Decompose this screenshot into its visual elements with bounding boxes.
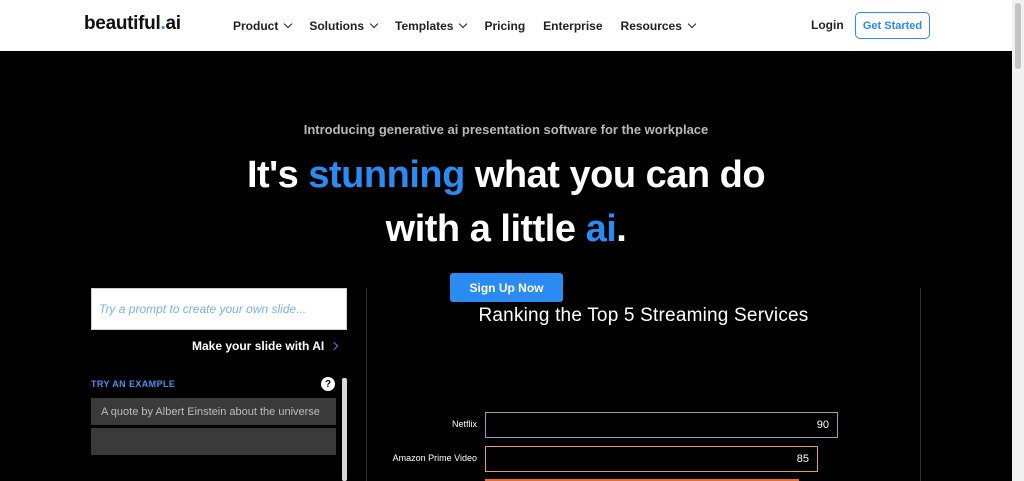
menu-item-enterprise[interactable]: Enterprise [543,19,602,33]
example-prompt[interactable]: A quote by Albert Einstein about the uni… [91,398,336,425]
chart-bar: 90 [485,412,838,438]
chevron-down-icon [459,19,468,28]
menu-item-product[interactable]: Product [233,18,293,33]
menu-item-solutions[interactable]: Solutions [309,18,379,33]
logo[interactable]: beautiful.ai [84,13,181,35]
chart-title: Ranking the Top 5 Streaming Services [478,305,809,326]
menu-item-label: Templates [395,18,454,33]
menu-item-templates[interactable]: Templates [395,18,468,33]
hero-headline-line1: It's stunning what you can do [0,154,1012,197]
menu-item-label: Enterprise [543,18,603,33]
menu-item-label: Pricing [484,18,526,33]
menu-item-label: Product [233,18,279,33]
chevron-down-icon [284,19,293,28]
menu-item-label: Resources [620,18,682,33]
headline-text: with a little [385,208,586,250]
help-icon[interactable]: ? [321,377,335,391]
logo-text: beautiful [84,13,161,34]
login-link[interactable]: Login [811,18,844,32]
make-slide-label: Make your slide with AI [192,339,325,353]
sign-up-button[interactable]: Sign Up Now [450,273,563,302]
headline-text: It's [246,154,309,196]
menu-item-label: Solutions [309,18,365,33]
chart-category-label: Netflix [451,419,477,429]
logo-suffix: ai [165,13,181,34]
make-slide-button[interactable]: Make your slide with AI [192,339,339,353]
chart-category-label: Amazon Prime Video [392,453,477,463]
chart-value-label: 85 [796,453,809,465]
window-scrollbar[interactable] [1012,0,1024,481]
get-started-button[interactable]: Get Started [855,12,930,39]
preview-divider-right [920,288,921,481]
main-menu: Product Solutions Templates Pricing Ente… [233,0,713,51]
headline-accent: stunning [308,154,465,196]
hero-headline-line2: with a little ai. [0,208,1012,251]
try-example-label: TRY AN EXAMPLE [91,379,176,389]
menu-item-pricing[interactable]: Pricing [484,19,525,33]
example-prompt[interactable] [91,428,336,455]
headline-text: . [616,208,627,250]
headline-accent: ai [585,208,617,250]
headline-text: what you can do [464,154,766,196]
chevron-down-icon [687,19,697,28]
menu-item-resources[interactable]: Resources [620,18,697,33]
page: beautiful.ai Product Solutions Templates… [0,0,1024,481]
prompt-box [91,288,347,330]
prompt-input[interactable] [92,289,346,329]
panel-scrollbar[interactable] [342,378,347,481]
chart-value-label: 90 [816,419,829,431]
chevron-right-icon [330,341,339,351]
scrollbar-thumb[interactable] [1015,3,1021,69]
top-navbar: beautiful.ai Product Solutions Templates… [0,0,1012,51]
chart-bar: 85 [485,446,818,472]
hero-intro: Introducing generative ai presentation s… [303,122,709,137]
chevron-down-icon [369,19,379,28]
